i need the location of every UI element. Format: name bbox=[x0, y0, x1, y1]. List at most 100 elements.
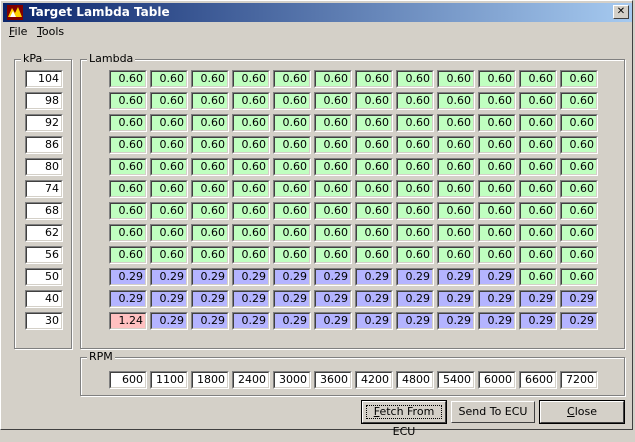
lambda-cell[interactable]: 0.60 bbox=[109, 246, 147, 264]
rpm-cell[interactable]: 6000 bbox=[478, 371, 516, 389]
lambda-cell[interactable]: 0.60 bbox=[109, 114, 147, 132]
lambda-cell[interactable]: 0.60 bbox=[478, 246, 516, 264]
lambda-cell[interactable]: 0.60 bbox=[355, 114, 393, 132]
kpa-cell[interactable]: 56 bbox=[25, 246, 63, 264]
kpa-cell[interactable]: 62 bbox=[25, 224, 63, 242]
rpm-cell[interactable]: 2400 bbox=[232, 371, 270, 389]
lambda-cell[interactable]: 0.60 bbox=[437, 136, 475, 154]
lambda-cell[interactable]: 0.29 bbox=[150, 290, 188, 308]
kpa-cell[interactable]: 98 bbox=[25, 92, 63, 110]
rpm-cell[interactable]: 4200 bbox=[355, 371, 393, 389]
lambda-cell[interactable]: 0.60 bbox=[560, 268, 598, 286]
lambda-cell[interactable]: 0.29 bbox=[191, 312, 229, 330]
lambda-cell[interactable]: 0.29 bbox=[150, 268, 188, 286]
lambda-cell[interactable]: 0.60 bbox=[519, 136, 557, 154]
lambda-cell[interactable]: 0.60 bbox=[191, 246, 229, 264]
lambda-cell[interactable]: 0.60 bbox=[396, 158, 434, 176]
kpa-cell[interactable]: 30 bbox=[25, 312, 63, 330]
lambda-cell[interactable]: 0.29 bbox=[150, 312, 188, 330]
lambda-cell[interactable]: 0.29 bbox=[519, 312, 557, 330]
lambda-cell[interactable]: 0.29 bbox=[273, 312, 311, 330]
lambda-cell[interactable]: 0.60 bbox=[478, 136, 516, 154]
lambda-cell[interactable]: 0.29 bbox=[437, 312, 475, 330]
lambda-cell[interactable]: 0.29 bbox=[191, 268, 229, 286]
lambda-cell[interactable]: 0.29 bbox=[560, 312, 598, 330]
rpm-cell[interactable]: 3000 bbox=[273, 371, 311, 389]
lambda-cell[interactable]: 0.60 bbox=[232, 180, 270, 198]
lambda-cell[interactable]: 0.60 bbox=[478, 202, 516, 220]
lambda-cell[interactable]: 0.60 bbox=[519, 268, 557, 286]
menu-tools[interactable]: Tools bbox=[37, 25, 64, 38]
send-to-ecu-button[interactable]: Send To ECU bbox=[451, 401, 535, 423]
lambda-cell[interactable]: 0.60 bbox=[109, 180, 147, 198]
kpa-cell[interactable]: 80 bbox=[25, 158, 63, 176]
lambda-cell[interactable]: 0.60 bbox=[355, 70, 393, 88]
lambda-cell[interactable]: 0.60 bbox=[109, 136, 147, 154]
lambda-cell[interactable]: 0.60 bbox=[273, 202, 311, 220]
kpa-cell[interactable]: 86 bbox=[25, 136, 63, 154]
kpa-cell[interactable]: 68 bbox=[25, 202, 63, 220]
rpm-cell[interactable]: 600 bbox=[109, 371, 147, 389]
lambda-cell[interactable]: 0.60 bbox=[150, 180, 188, 198]
lambda-cell[interactable]: 0.29 bbox=[478, 268, 516, 286]
lambda-cell[interactable]: 0.60 bbox=[437, 70, 475, 88]
lambda-cell[interactable]: 0.60 bbox=[273, 246, 311, 264]
lambda-cell[interactable]: 0.60 bbox=[396, 202, 434, 220]
lambda-cell[interactable]: 0.60 bbox=[150, 114, 188, 132]
lambda-cell[interactable]: 0.60 bbox=[314, 246, 352, 264]
lambda-cell[interactable]: 0.60 bbox=[273, 136, 311, 154]
rpm-cell[interactable]: 1100 bbox=[150, 371, 188, 389]
lambda-cell[interactable]: 0.29 bbox=[560, 290, 598, 308]
lambda-cell[interactable]: 0.29 bbox=[437, 268, 475, 286]
lambda-cell[interactable]: 0.29 bbox=[314, 290, 352, 308]
lambda-cell[interactable]: 0.60 bbox=[109, 158, 147, 176]
lambda-cell[interactable]: 0.60 bbox=[109, 92, 147, 110]
lambda-cell[interactable]: 0.60 bbox=[273, 158, 311, 176]
lambda-cell[interactable]: 0.29 bbox=[478, 290, 516, 308]
lambda-cell[interactable]: 0.29 bbox=[355, 268, 393, 286]
lambda-cell[interactable]: 0.29 bbox=[314, 268, 352, 286]
lambda-cell[interactable]: 0.60 bbox=[109, 70, 147, 88]
lambda-cell[interactable]: 0.60 bbox=[437, 114, 475, 132]
lambda-cell[interactable]: 0.60 bbox=[519, 224, 557, 242]
lambda-cell[interactable]: 0.29 bbox=[437, 290, 475, 308]
lambda-cell[interactable]: 0.60 bbox=[396, 136, 434, 154]
lambda-cell[interactable]: 0.60 bbox=[355, 246, 393, 264]
lambda-cell[interactable]: 0.60 bbox=[519, 92, 557, 110]
lambda-cell[interactable]: 0.29 bbox=[232, 268, 270, 286]
lambda-cell[interactable]: 0.60 bbox=[437, 246, 475, 264]
window-close-icon[interactable]: ✕ bbox=[613, 5, 629, 19]
lambda-cell[interactable]: 0.60 bbox=[150, 202, 188, 220]
lambda-cell[interactable]: 0.29 bbox=[232, 290, 270, 308]
lambda-cell[interactable]: 0.60 bbox=[232, 114, 270, 132]
lambda-cell[interactable]: 0.60 bbox=[519, 70, 557, 88]
rpm-cell[interactable]: 5400 bbox=[437, 371, 475, 389]
lambda-cell[interactable]: 0.60 bbox=[560, 224, 598, 242]
lambda-cell[interactable]: 0.60 bbox=[437, 158, 475, 176]
lambda-cell[interactable]: 0.60 bbox=[273, 114, 311, 132]
lambda-cell[interactable]: 0.60 bbox=[478, 180, 516, 198]
lambda-cell[interactable]: 0.29 bbox=[519, 290, 557, 308]
menu-file[interactable]: File bbox=[9, 25, 27, 38]
lambda-cell[interactable]: 0.60 bbox=[314, 92, 352, 110]
lambda-cell[interactable]: 0.60 bbox=[478, 114, 516, 132]
lambda-cell[interactable]: 0.60 bbox=[314, 70, 352, 88]
lambda-cell[interactable]: 0.29 bbox=[478, 312, 516, 330]
lambda-cell[interactable]: 0.29 bbox=[355, 312, 393, 330]
lambda-cell[interactable]: 0.60 bbox=[519, 202, 557, 220]
lambda-cell[interactable]: 0.60 bbox=[478, 224, 516, 242]
lambda-cell[interactable]: 0.60 bbox=[191, 158, 229, 176]
lambda-cell[interactable]: 0.60 bbox=[273, 70, 311, 88]
lambda-cell[interactable]: 0.60 bbox=[232, 246, 270, 264]
lambda-cell[interactable]: 0.60 bbox=[478, 158, 516, 176]
lambda-cell[interactable]: 0.60 bbox=[560, 114, 598, 132]
lambda-cell[interactable]: 0.60 bbox=[191, 224, 229, 242]
lambda-cell[interactable]: 0.29 bbox=[109, 290, 147, 308]
lambda-cell[interactable]: 0.60 bbox=[273, 92, 311, 110]
kpa-cell[interactable]: 50 bbox=[25, 268, 63, 286]
lambda-cell[interactable]: 0.60 bbox=[109, 202, 147, 220]
lambda-cell[interactable]: 0.29 bbox=[232, 312, 270, 330]
lambda-cell[interactable]: 0.29 bbox=[191, 290, 229, 308]
lambda-cell[interactable]: 0.60 bbox=[355, 136, 393, 154]
lambda-cell[interactable]: 0.60 bbox=[150, 246, 188, 264]
